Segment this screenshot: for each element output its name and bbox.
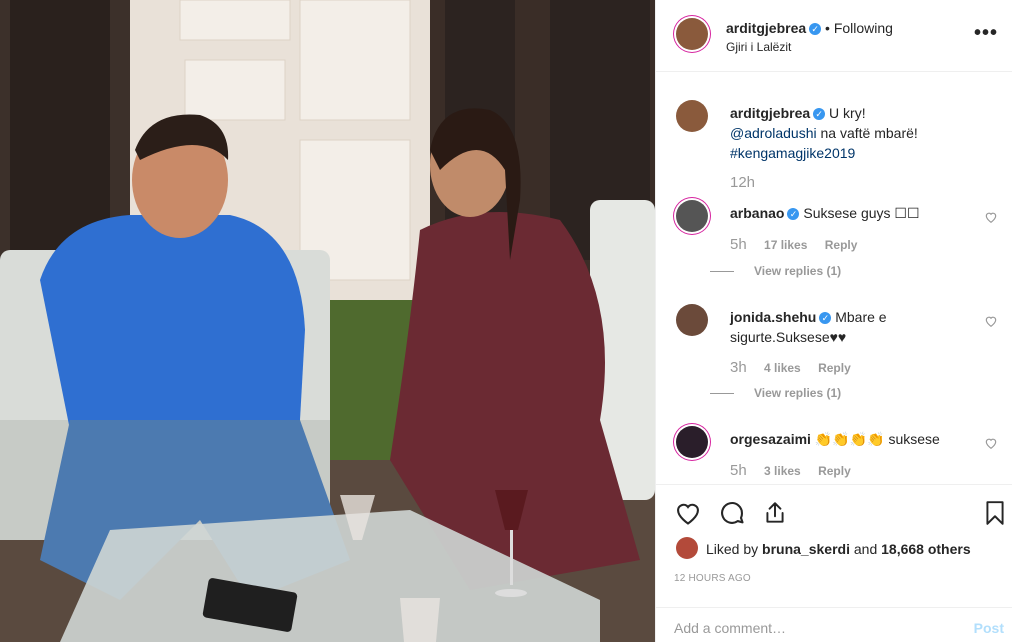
- caption-mention[interactable]: @adroladushi: [730, 125, 817, 141]
- likes-count[interactable]: 18,668 others: [881, 541, 971, 557]
- like-comment-heart-icon[interactable]: [984, 436, 998, 450]
- view-replies-button[interactable]: View replies (1): [710, 264, 841, 278]
- comments-list[interactable]: arditgjebrea ✓ U kry! @adroladushi na vaf…: [656, 72, 1012, 484]
- replies-divider: [710, 393, 734, 395]
- author-avatar[interactable]: [676, 18, 708, 50]
- view-replies-label: View replies (1): [754, 386, 842, 400]
- comment-meta: 5h 3 likes Reply: [730, 462, 851, 479]
- post-location[interactable]: Gjiri i Lalëzit: [726, 40, 791, 54]
- post-photo-illustration: [0, 0, 655, 642]
- post-actions: Liked by bruna_skerdi and 18,668 others …: [656, 484, 1012, 642]
- caption-body-2: na vaftë mbarë!: [820, 125, 918, 141]
- caption-hashtag[interactable]: #kengamagjike2019: [730, 145, 855, 161]
- commenter-avatar[interactable]: [676, 304, 708, 336]
- comment-username[interactable]: jonida.shehu: [730, 309, 816, 325]
- add-comment-bar: Add a comment… Post: [656, 607, 1012, 642]
- post-comment-button[interactable]: Post: [974, 620, 1004, 636]
- separator-dot: •: [825, 20, 830, 36]
- liker-username[interactable]: bruna_skerdi: [762, 541, 850, 557]
- caption-body-1: U kry!: [829, 105, 866, 121]
- like-comment-heart-icon[interactable]: [984, 210, 998, 224]
- comment-bubble-icon[interactable]: [718, 499, 746, 530]
- author-username[interactable]: arditgjebrea: [726, 20, 806, 36]
- commenter-avatar[interactable]: [676, 200, 708, 232]
- liked-by-prefix: Liked by: [706, 541, 759, 557]
- comment-time: 5h: [730, 236, 747, 253]
- like-heart-icon[interactable]: [674, 499, 702, 530]
- caption-avatar[interactable]: [676, 100, 708, 132]
- comment-body: Suksese guys ☐☐: [803, 205, 920, 221]
- like-comment-heart-icon[interactable]: [984, 314, 998, 328]
- reply-button[interactable]: Reply: [818, 464, 851, 478]
- post-photo[interactable]: [0, 0, 655, 642]
- comment-likes[interactable]: 4 likes: [764, 361, 801, 375]
- save-bookmark-icon[interactable]: [982, 499, 1008, 530]
- comment-body: 👏👏👏👏 suksese: [814, 431, 940, 447]
- post-header: arditgjebrea ✓ • Following Gjiri i Lalëzi…: [656, 0, 1012, 72]
- comment-text: orgesazaimi 👏👏👏👏 suksese: [730, 429, 980, 449]
- liked-by-text: Liked by bruna_skerdi and 18,668 others: [706, 541, 971, 557]
- verified-badge-icon: ✓: [809, 23, 822, 35]
- post-detail-panel: arditgjebrea ✓ • Following Gjiri i Lalëzi…: [655, 0, 1012, 642]
- commenter-avatar[interactable]: [676, 426, 708, 458]
- reply-button[interactable]: Reply: [825, 238, 858, 252]
- caption-meta: 12h: [730, 174, 769, 191]
- view-replies-button[interactable]: View replies (1): [710, 386, 841, 400]
- author-line: arditgjebrea ✓ • Following: [726, 20, 893, 36]
- comment-time: 3h: [730, 359, 747, 376]
- caption-time: 12h: [730, 174, 756, 191]
- comment-likes[interactable]: 17 likes: [764, 238, 807, 252]
- replies-divider: [710, 271, 734, 273]
- liked-by-and: and: [853, 541, 878, 557]
- verified-badge-icon: ✓: [813, 108, 826, 120]
- caption-username[interactable]: arditgjebrea: [730, 105, 810, 121]
- comment-text: jonida.shehu ✓ Mbare e sigurte.Suksese♥♥: [730, 307, 980, 347]
- comment-username[interactable]: arbanao: [730, 205, 784, 221]
- comment-username[interactable]: orgesazaimi: [730, 431, 811, 447]
- liker-avatar[interactable]: [676, 537, 698, 559]
- verified-badge-icon: ✓: [819, 312, 832, 324]
- more-options-icon[interactable]: •••: [974, 22, 998, 45]
- comment-meta: 3h 4 likes Reply: [730, 359, 851, 376]
- verified-badge-icon: ✓: [787, 208, 800, 220]
- caption-text: arditgjebrea ✓ U kry! @adroladushi na vaf…: [730, 103, 980, 163]
- comment-meta: 5h 17 likes Reply: [730, 236, 857, 253]
- comment-time: 5h: [730, 462, 747, 479]
- post-timestamp[interactable]: 12 HOURS AGO: [674, 573, 751, 584]
- comment-input[interactable]: Add a comment…: [674, 620, 786, 636]
- following-button[interactable]: Following: [834, 20, 893, 36]
- comment-likes[interactable]: 3 likes: [764, 464, 801, 478]
- view-replies-label: View replies (1): [754, 264, 842, 278]
- comment-text: arbanao ✓ Suksese guys ☐☐: [730, 203, 980, 223]
- share-icon[interactable]: [762, 499, 788, 530]
- reply-button[interactable]: Reply: [818, 361, 851, 375]
